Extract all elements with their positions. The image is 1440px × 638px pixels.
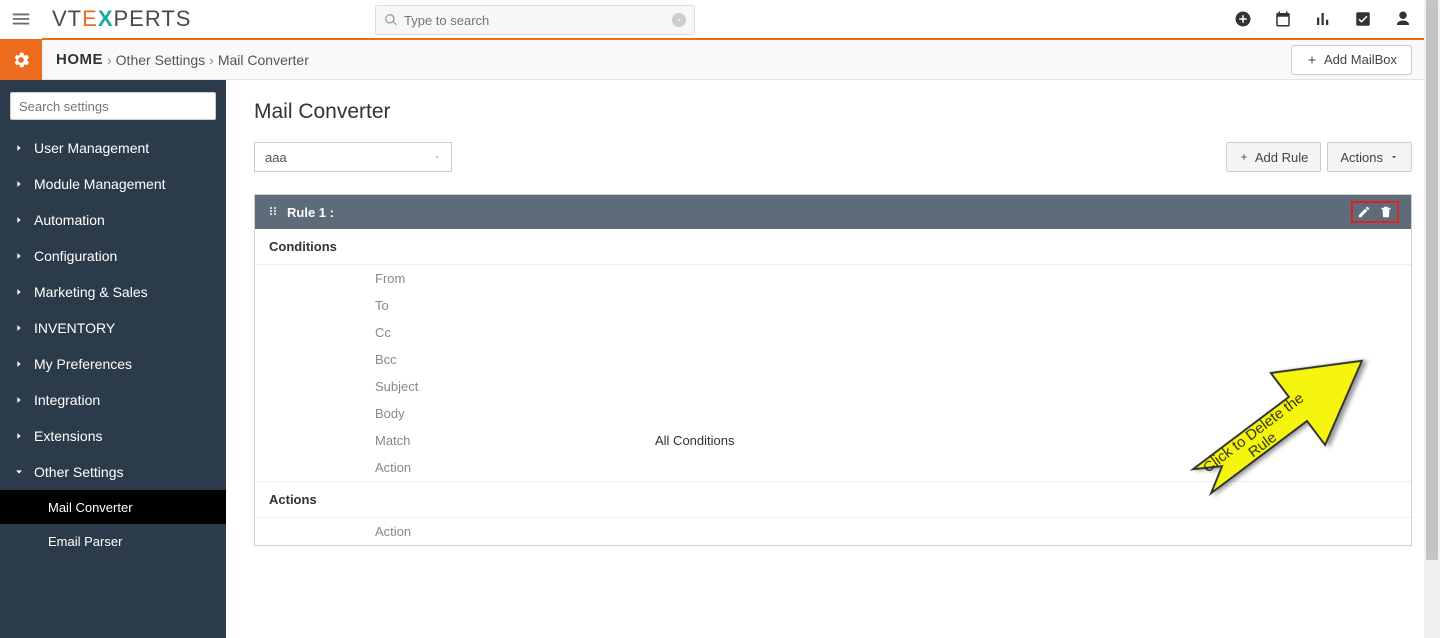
- sidebar-item-label: Integration: [34, 392, 100, 408]
- chevron-right-icon: [14, 179, 24, 189]
- breadcrumb-level1[interactable]: Other Settings: [116, 52, 206, 68]
- sidebar-item-label: Extensions: [34, 428, 102, 444]
- condition-row: To: [255, 292, 1411, 319]
- actions-label: Actions: [1340, 150, 1383, 165]
- condition-label: To: [375, 298, 655, 313]
- plus-icon: [1306, 54, 1318, 66]
- breadcrumb: HOME › Other Settings › Mail Converter: [56, 51, 309, 68]
- plus-icon: [1239, 152, 1249, 162]
- chevron-right-icon: [14, 359, 24, 369]
- condition-row: Action: [255, 454, 1411, 481]
- condition-row: Cc: [255, 319, 1411, 346]
- sidebar-item-label: INVENTORY: [34, 320, 115, 336]
- search-dropdown-icon[interactable]: [672, 13, 686, 27]
- scrollbar-thumb[interactable]: [1426, 0, 1438, 560]
- mailbox-select[interactable]: aaa: [254, 142, 452, 172]
- sidebar-item-label: Marketing & Sales: [34, 284, 148, 300]
- condition-label: Bcc: [375, 352, 655, 367]
- sidebar-sub-email-parser[interactable]: Email Parser: [0, 524, 226, 558]
- rule-title: Rule 1 :: [287, 205, 334, 220]
- condition-label: Body: [375, 406, 655, 421]
- chevron-right-icon: [14, 287, 24, 297]
- search-input[interactable]: [404, 13, 672, 28]
- chevron-right-icon: ›: [107, 52, 112, 68]
- condition-label: From: [375, 271, 655, 286]
- checkbox-icon[interactable]: [1354, 10, 1372, 28]
- breadcrumb-level2: Mail Converter: [218, 52, 309, 68]
- sidebar-item-marketing-sales[interactable]: Marketing & Sales: [0, 274, 226, 310]
- condition-row: Subject: [255, 373, 1411, 400]
- sidebar-search[interactable]: [10, 92, 216, 120]
- chevron-right-icon: [14, 323, 24, 333]
- edit-icon[interactable]: [1357, 205, 1371, 219]
- scrollbar[interactable]: [1424, 0, 1440, 638]
- sidebar-item-inventory[interactable]: INVENTORY: [0, 310, 226, 346]
- condition-label: Match: [375, 433, 655, 448]
- sidebar-item-label: Other Settings: [34, 464, 124, 480]
- sidebar-item-integration[interactable]: Integration: [0, 382, 226, 418]
- action-label: Action: [375, 524, 655, 539]
- chevron-right-icon: ›: [209, 52, 214, 68]
- condition-row: Bcc: [255, 346, 1411, 373]
- delete-icon[interactable]: [1379, 205, 1393, 219]
- breadcrumb-home[interactable]: HOME: [56, 51, 103, 68]
- sidebar-item-extensions[interactable]: Extensions: [0, 418, 226, 454]
- condition-value: All Conditions: [655, 433, 735, 448]
- sidebar-item-user-management[interactable]: User Management: [0, 130, 226, 166]
- mailbox-select-value: aaa: [265, 150, 287, 165]
- sidebar-item-module-management[interactable]: Module Management: [0, 166, 226, 202]
- condition-label: Action: [375, 460, 655, 475]
- caret-down-icon: [1389, 152, 1399, 162]
- user-icon[interactable]: [1394, 10, 1412, 28]
- chevron-down-icon: [14, 467, 24, 477]
- chevron-right-icon: [14, 431, 24, 441]
- page-title: Mail Converter: [254, 100, 1412, 124]
- actions-dropdown-button[interactable]: Actions: [1327, 142, 1412, 172]
- chevron-right-icon: [14, 395, 24, 405]
- add-rule-label: Add Rule: [1255, 150, 1308, 165]
- sidebar-item-other-settings[interactable]: Other Settings: [0, 454, 226, 490]
- sidebar-sub-mail-converter[interactable]: Mail Converter: [0, 490, 226, 524]
- hamburger-menu[interactable]: [0, 0, 42, 39]
- sidebar-item-my-preferences[interactable]: My Preferences: [0, 346, 226, 382]
- condition-row: From: [255, 265, 1411, 292]
- search-icon: [384, 13, 398, 27]
- sidebar-search-input[interactable]: [19, 99, 207, 114]
- add-mailbox-label: Add MailBox: [1324, 52, 1397, 67]
- sidebar-item-configuration[interactable]: Configuration: [0, 238, 226, 274]
- global-search[interactable]: [375, 5, 695, 35]
- actions-heading: Actions: [255, 482, 1411, 518]
- sidebar-item-label: My Preferences: [34, 356, 132, 372]
- chart-icon[interactable]: [1314, 10, 1332, 28]
- sidebar-item-label: Configuration: [34, 248, 117, 264]
- conditions-heading: Conditions: [255, 229, 1411, 265]
- rule-panel: Rule 1 : Conditions From To Cc Bcc Subject Bo…: [254, 194, 1412, 546]
- add-mailbox-button[interactable]: Add MailBox: [1291, 45, 1412, 75]
- settings-gear-icon[interactable]: [0, 40, 42, 80]
- condition-label: Subject: [375, 379, 655, 394]
- action-row: Action: [255, 518, 1411, 545]
- add-rule-button[interactable]: Add Rule: [1226, 142, 1321, 172]
- chevron-right-icon: [14, 251, 24, 261]
- sidebar-item-label: Automation: [34, 212, 105, 228]
- sidebar-item-automation[interactable]: Automation: [0, 202, 226, 238]
- calendar-icon[interactable]: [1274, 10, 1292, 28]
- settings-sidebar: User Management Module Management Automa…: [0, 80, 226, 638]
- drag-handle-icon[interactable]: [267, 205, 279, 220]
- sidebar-sub-label: Email Parser: [48, 534, 122, 549]
- chevron-down-icon: [433, 153, 441, 161]
- condition-label: Cc: [375, 325, 655, 340]
- logo: VTEXPERTS: [52, 6, 191, 32]
- condition-row: Body: [255, 400, 1411, 427]
- plus-circle-icon[interactable]: [1234, 10, 1252, 28]
- sidebar-sub-label: Mail Converter: [48, 500, 133, 515]
- sidebar-item-label: Module Management: [34, 176, 166, 192]
- chevron-right-icon: [14, 143, 24, 153]
- condition-row: MatchAll Conditions: [255, 427, 1411, 454]
- chevron-right-icon: [14, 215, 24, 225]
- sidebar-item-label: User Management: [34, 140, 149, 156]
